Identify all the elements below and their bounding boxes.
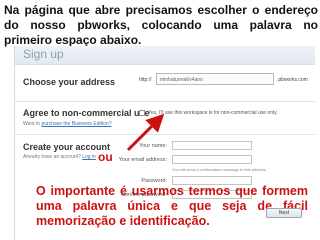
tip-annotation: O importante é usarmos termos que formem… xyxy=(36,184,308,228)
next-button[interactable]: Next xyxy=(266,208,302,218)
red-arrow xyxy=(126,113,165,152)
ou-annotation: ou xyxy=(98,150,113,164)
